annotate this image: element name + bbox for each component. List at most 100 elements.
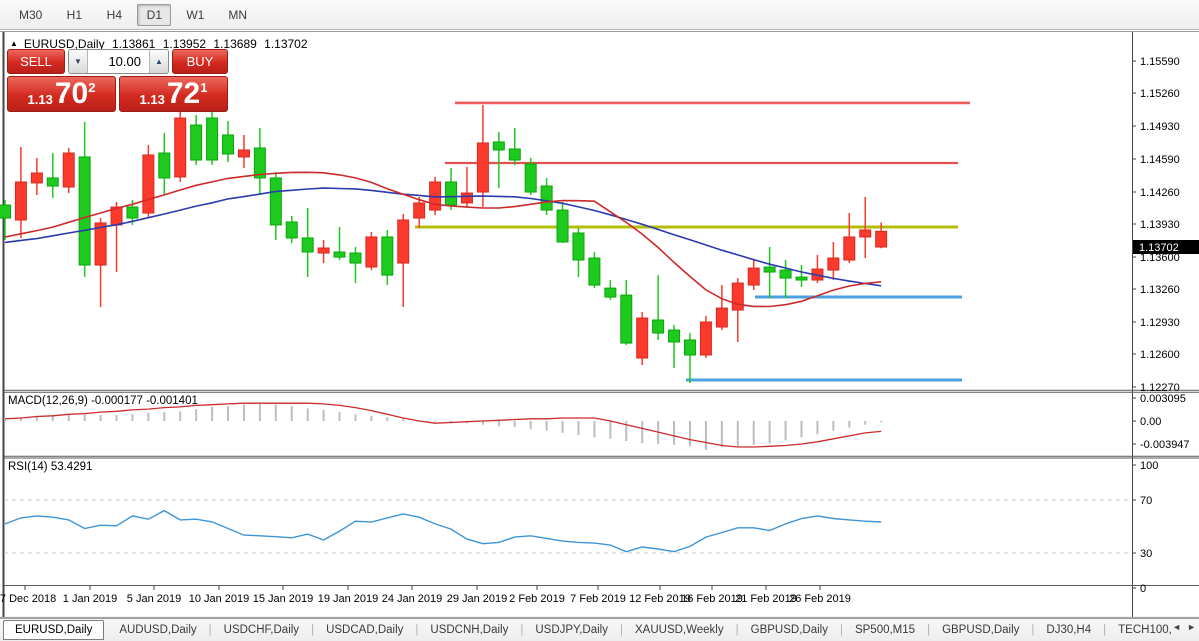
chart-tab-usdchf-daily[interactable]: USDCHF,Daily [213,621,310,639]
buy-price-button[interactable]: 1.13 72 1 [119,76,228,112]
rsi-axis-label: 100 [1140,460,1158,472]
candle-body [63,153,74,187]
price-axis-label[interactable]: 1.13260 [1140,284,1180,296]
price-axis-label[interactable]: 1.13930 [1140,219,1180,231]
volume-increase-icon[interactable]: ▲ [149,50,168,73]
candle-body [477,143,488,192]
buy-button[interactable]: BUY [172,49,228,74]
candle-body [31,173,42,183]
chart-tab-usdcnh-daily[interactable]: USDCNH,Daily [419,621,519,639]
candle-body [669,330,680,342]
date-axis-label[interactable]: 24 Jan 2019 [382,593,443,605]
tab-scroll-left-icon[interactable]: ◄ [1172,622,1181,632]
candle-body [525,164,536,192]
mt4-terminal: M30H1H4D1W1MN 1.155901.152601.149301.145… [0,0,1199,641]
chart-tab-dj30-h4[interactable]: DJ30,H4 [1035,621,1102,639]
candle-body [748,268,759,285]
candle-body [461,193,472,203]
date-axis-label[interactable]: 15 Jan 2019 [253,593,314,605]
chart-tab-usdcad-daily[interactable]: USDCAD,Daily [315,621,414,639]
macd-axis-label: 0.003095 [1140,393,1186,405]
candle-body [732,283,743,310]
candle-body [175,118,186,177]
candle-body [350,253,361,263]
candle-body [605,288,616,297]
price-axis-label[interactable]: 1.15260 [1140,88,1180,100]
date-axis-label[interactable]: 19 Jan 2019 [318,593,379,605]
candle-body [414,203,425,218]
chart-tab-eurusd-daily[interactable]: EURUSD,Daily [3,620,104,640]
candle-body [796,277,807,280]
chart-tab-bar: EURUSD,DailyAUDUSD,Daily|USDCHF,Daily|US… [0,618,1199,641]
candle-body [191,125,202,160]
sell-price-prefix: 1.13 [28,92,53,107]
date-axis-label[interactable]: 7 Feb 2019 [570,593,626,605]
price-axis-label[interactable]: 1.14590 [1140,154,1180,166]
date-axis-label[interactable]: 26 Feb 2019 [789,593,851,605]
tab-scroll-right-icon[interactable]: ► [1187,622,1196,632]
chart-tab-usdjpy-daily[interactable]: USDJPY,Daily [524,621,619,639]
price-axis-label[interactable]: 1.14930 [1140,121,1180,133]
candle-body [223,135,234,154]
rsi-axis-label: 70 [1140,495,1152,507]
current-price-value: 1.13702 [1139,242,1179,254]
candle-body [860,230,871,237]
candle-body [509,149,520,160]
price-axis-label[interactable]: 1.12930 [1140,317,1180,329]
date-axis-label[interactable]: 21 Feb 2019 [735,593,797,605]
candle-body [318,248,329,253]
candle-body [780,270,791,278]
candle-body [0,205,11,218]
ohlc-close: 1.13702 [264,37,307,51]
tab-scroll-buttons: ◄ ► [1172,622,1196,632]
collapse-panel-icon[interactable]: ▲ [10,39,18,48]
date-axis-label[interactable]: 10 Jan 2019 [189,593,250,605]
price-axis-label[interactable]: 1.12600 [1140,349,1180,361]
candle-body [700,322,711,355]
candle-body [573,233,584,260]
rsi-axis-label: 0 [1140,583,1146,595]
sell-price-pips: 70 [55,79,88,109]
date-axis-label[interactable]: 5 Jan 2019 [127,593,181,605]
volume-input[interactable]: 10.00 [88,50,149,73]
candle-body [207,118,218,160]
date-axis-label[interactable]: 16 Feb 2019 [681,593,743,605]
date-axis-label[interactable]: 2 Feb 2019 [509,593,565,605]
sell-price-point: 2 [88,80,95,95]
chart-tab-audusd-daily[interactable]: AUDUSD,Daily [108,621,207,639]
candle-body [366,237,377,267]
candle-body [844,237,855,260]
candle-body [79,157,90,265]
candle-body [127,207,138,218]
candle-body [270,178,281,225]
volume-decrease-icon[interactable]: ▼ [69,50,88,73]
candle-body [557,210,568,242]
candle-body [398,220,409,263]
chart-tab-xauusd-weekly[interactable]: XAUUSD,Weekly [624,621,735,639]
price-axis-label[interactable]: 1.14260 [1140,187,1180,199]
candle-body [382,237,393,275]
candle-body [334,252,345,257]
candle-body [47,178,58,186]
chart-tab-gbpusd-daily[interactable]: GBPUSD,Daily [740,621,839,639]
buy-price-prefix: 1.13 [140,92,165,107]
candle-body [159,153,170,178]
price-axis-label[interactable]: 1.15590 [1140,56,1180,68]
volume-stepper: ▼ 10.00 ▲ [68,49,169,74]
chart-tab-sp500-m15[interactable]: SP500,M15 [844,621,926,639]
sell-button[interactable]: SELL [7,49,65,74]
candle-body [446,182,457,205]
buy-price-pips: 72 [167,79,200,109]
date-axis-label[interactable]: 27 Dec 2018 [0,593,56,605]
sell-price-button[interactable]: 1.13 70 2 [7,76,116,112]
date-axis-label[interactable]: 29 Jan 2019 [447,593,508,605]
macd-indicator-label: MACD(12,26,9) -0.000177 -0.001401 [8,395,198,407]
candle-body [302,238,313,252]
candle-body [143,155,154,213]
date-axis-label[interactable]: 1 Jan 2019 [63,593,117,605]
chart-tab-gbpusd-daily[interactable]: GBPUSD,Daily [931,621,1030,639]
candle-body [15,182,26,220]
candle-body [637,318,648,358]
candle-body [95,223,106,265]
candle-body [764,267,775,272]
